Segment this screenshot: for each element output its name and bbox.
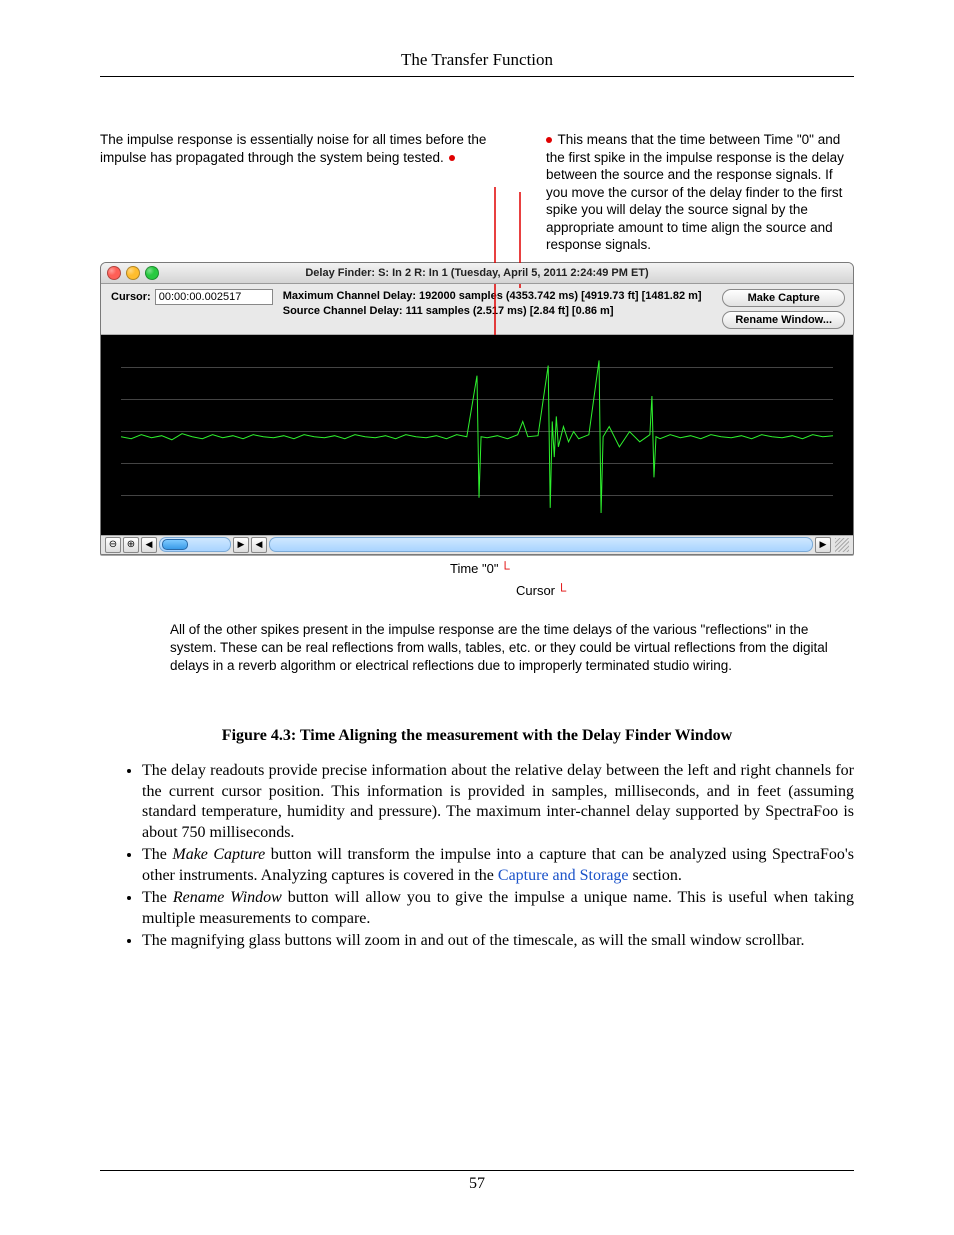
text: The — [142, 889, 173, 906]
link-capture-and-storage[interactable]: Capture and Storage — [498, 867, 629, 884]
list-item: The delay readouts provide precise infor… — [142, 761, 854, 843]
page-number: 57 — [100, 1175, 854, 1193]
source-channel-delay: Source Channel Delay: 111 samples (2.517… — [283, 304, 713, 319]
page-header-title: The Transfer Function — [100, 50, 854, 70]
header-rule — [100, 76, 854, 77]
list-item: The Rename Window button will allow you … — [142, 888, 854, 929]
callout-dot — [449, 155, 455, 161]
annotation-text: This means that the time between Time "0… — [546, 132, 844, 252]
window-title: Delay Finder: S: In 2 R: In 1 (Tuesday, … — [305, 267, 648, 279]
minimize-icon[interactable] — [126, 266, 140, 280]
main-scrollbar-track[interactable] — [269, 537, 813, 552]
annotation-time-zero-delay: This means that the time between Time "0… — [536, 131, 854, 254]
callout-label-time-zero: Time "0"└ — [450, 561, 510, 576]
impulse-response-plot[interactable] — [101, 335, 853, 535]
emphasis-rename-window: Rename Window — [173, 889, 282, 906]
make-capture-button[interactable]: Make Capture — [722, 289, 845, 307]
footer-rule — [100, 1170, 854, 1171]
callout-text: Cursor — [516, 583, 555, 598]
scroll-right-button-2[interactable]: ▶ — [815, 537, 831, 553]
zoom-in-button[interactable]: ⊕ — [123, 537, 139, 553]
list-item: The Make Capture button will transform t… — [142, 845, 854, 886]
zoom-out-button[interactable]: ⊖ — [105, 537, 121, 553]
annotation-text: The impulse response is essentially nois… — [100, 132, 486, 165]
emphasis-make-capture: Make Capture — [172, 846, 265, 863]
list-item: The magnifying glass buttons will zoom i… — [142, 931, 854, 951]
rename-window-button[interactable]: Rename Window... — [722, 311, 845, 329]
annotation-reflections: All of the other spikes present in the i… — [170, 621, 840, 676]
scroll-right-button[interactable]: ▶ — [233, 537, 249, 553]
scroll-left-button-2[interactable]: ◀ — [251, 537, 267, 553]
bullet-list: The delay readouts provide precise infor… — [100, 761, 854, 951]
window-resize-grip[interactable] — [835, 538, 849, 552]
callout-label-cursor: Cursor└ — [516, 583, 566, 598]
callout-dot — [546, 137, 552, 143]
close-icon[interactable] — [107, 266, 121, 280]
impulse-response-waveform — [121, 335, 833, 538]
annotation-noise-before-impulse: The impulse response is essentially nois… — [100, 131, 536, 254]
maximum-channel-delay: Maximum Channel Delay: 192000 samples (4… — [283, 289, 713, 304]
cursor-input[interactable] — [155, 289, 273, 305]
zoom-icon[interactable] — [145, 266, 159, 280]
callout-connector-icon: └ — [557, 583, 566, 598]
delay-finder-window: Delay Finder: S: In 2 R: In 1 (Tuesday, … — [100, 262, 854, 555]
window-titlebar[interactable]: Delay Finder: S: In 2 R: In 1 (Tuesday, … — [101, 263, 853, 284]
horizontal-scrollbar-track[interactable] — [159, 537, 231, 552]
callout-connector-icon: └ — [500, 561, 509, 576]
cursor-label: Cursor: — [111, 291, 151, 303]
figure-caption: Figure 4.3: Time Aligning the measuremen… — [100, 727, 854, 745]
horizontal-scrollbar-thumb[interactable] — [162, 539, 188, 550]
text: The — [142, 846, 172, 863]
scroll-left-button[interactable]: ◀ — [141, 537, 157, 553]
text: section. — [629, 867, 682, 884]
callout-text: Time "0" — [450, 561, 498, 576]
